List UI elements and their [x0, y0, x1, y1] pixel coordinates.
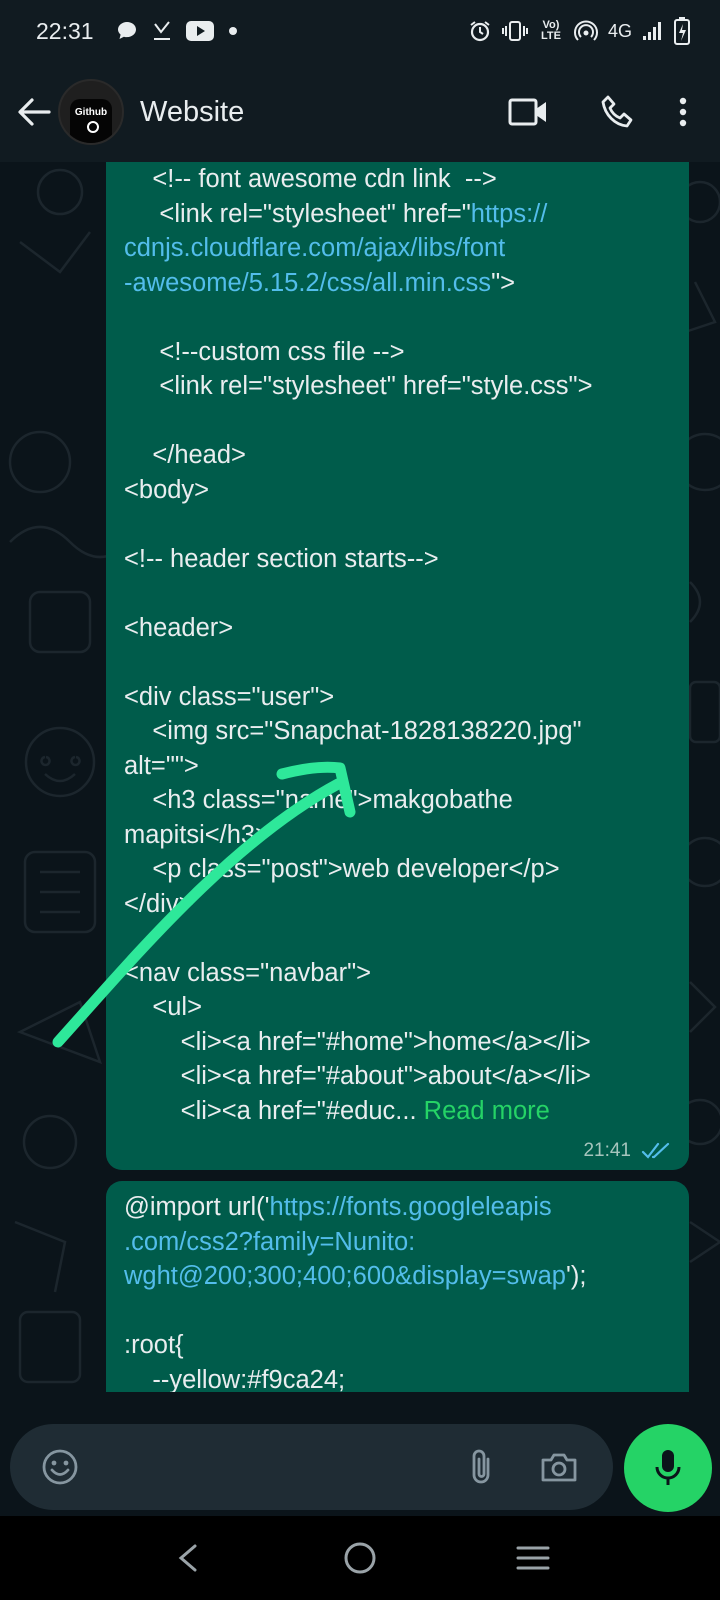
code-line: <img src="Snapchat-1828138220.jpg"	[124, 717, 582, 745]
arrow-left-icon	[18, 98, 51, 126]
message-link[interactable]: wght@200;300;400;600&display=swap	[124, 1262, 566, 1290]
battery-icon	[674, 17, 690, 45]
chat-title[interactable]: Website	[140, 96, 244, 129]
status-right-icons: Vo) LTE 4G	[468, 17, 690, 45]
status-bar: 22:31 Vo) LTE 4G	[0, 0, 720, 62]
code-line: <h3 class="name">makgobathe	[124, 786, 513, 814]
code-line: ">	[491, 268, 516, 297]
system-back-button[interactable]	[157, 1528, 217, 1588]
video-camera-icon	[508, 98, 546, 126]
phone-icon	[601, 95, 633, 128]
code-line: <link rel="stylesheet" href="	[124, 199, 471, 228]
download-icon	[153, 21, 170, 40]
volte-label: Vo) LTE	[541, 19, 561, 42]
system-navigation-bar	[0, 1516, 720, 1600]
voice-call-button[interactable]	[588, 82, 648, 142]
message-link[interactable]: https://	[471, 200, 548, 228]
message-input[interactable]	[90, 1437, 451, 1497]
emoji-button[interactable]	[30, 1437, 90, 1497]
code-line: mapitsi</h3>	[124, 820, 271, 849]
code-line: </div>	[124, 889, 194, 918]
code-line: alt="">	[124, 751, 199, 780]
chevron-left-icon	[178, 1544, 197, 1572]
code-line: <ul>	[124, 993, 202, 1021]
message-composer	[10, 1424, 613, 1510]
youtube-icon	[185, 21, 214, 41]
system-recents-button[interactable]	[503, 1528, 563, 1588]
message-text: @import url('https://fonts.googleleapis …	[124, 1181, 673, 1392]
message-link[interactable]: https://fonts.googleleapis	[270, 1193, 552, 1221]
menu-lines-icon	[516, 1546, 550, 1570]
more-options-button[interactable]	[668, 82, 698, 142]
dot-icon	[228, 27, 237, 35]
code-line: <li><a href="#home">home</a></li>	[124, 1027, 591, 1056]
status-left-icons	[116, 20, 238, 42]
camera-button[interactable]	[529, 1437, 589, 1497]
message-bubble-outgoing[interactable]: @import url('https://fonts.googleleapis …	[106, 1181, 689, 1392]
header-actions	[468, 82, 720, 142]
code-line: <!--custom css file -->	[124, 337, 405, 366]
status-time: 22:31	[36, 17, 94, 44]
read-more-link[interactable]: Read more	[424, 1097, 550, 1125]
camera-icon	[541, 1453, 577, 1482]
message-time: 21:41	[583, 1140, 631, 1161]
code-line: <body>	[124, 475, 210, 504]
code-line: <link rel="stylesheet" href="style.css">	[124, 372, 593, 400]
video-call-button[interactable]	[498, 82, 558, 142]
signal-icon	[643, 22, 661, 40]
message-link[interactable]: cdnjs.cloudflare.com/ajax/libs/font	[124, 234, 505, 262]
alarm-icon	[470, 21, 490, 42]
code-line: --yellow:#f9ca24;	[124, 1365, 346, 1393]
github-logo-icon	[87, 121, 99, 133]
code-line: <header>	[124, 613, 234, 642]
code-line: </head>	[124, 441, 246, 469]
message-bubble-outgoing[interactable]: <!-- font awesome cdn link --> <link rel…	[106, 162, 689, 1170]
message-text: <!-- font awesome cdn link --> <link rel…	[124, 162, 673, 1128]
composer-bar	[0, 1410, 720, 1516]
hotspot-icon	[573, 20, 598, 41]
chat-bubble-icon	[117, 22, 136, 39]
code-line: <p class="post">web developer</p>	[124, 855, 560, 883]
microphone-icon	[655, 1450, 681, 1485]
home-circle-icon	[344, 1542, 376, 1574]
back-button[interactable]	[12, 90, 56, 134]
system-home-button[interactable]	[330, 1528, 390, 1588]
code-line: <li><a href="#educ...	[124, 1096, 424, 1125]
attach-button[interactable]	[451, 1437, 511, 1497]
code-line: ');	[566, 1262, 587, 1290]
code-line: <!-- header section starts-->	[124, 544, 439, 573]
voice-message-button[interactable]	[624, 1424, 712, 1512]
code-line: <li><a href="#about">about</a></li>	[124, 1062, 591, 1090]
avatar-text: Github	[74, 107, 108, 118]
code-line: :root{	[124, 1331, 184, 1359]
code-line: <!-- font awesome cdn link -->	[124, 165, 497, 193]
code-line: <nav class="navbar">	[124, 958, 372, 987]
vibrate-icon	[501, 21, 528, 41]
more-vertical-icon	[679, 97, 687, 127]
double-check-icon	[641, 1142, 670, 1159]
paperclip-icon	[472, 1449, 490, 1484]
message-link[interactable]: .com/css2?family=Nunito:	[124, 1228, 415, 1256]
network-type: 4G	[607, 20, 632, 41]
avatar[interactable]: Github	[58, 79, 124, 145]
chat-header: Github Website	[0, 62, 720, 162]
emoji-icon	[42, 1449, 78, 1485]
chat-area[interactable]: <!-- font awesome cdn link --> <link rel…	[0, 162, 720, 1500]
code-line: <div class="user">	[124, 682, 335, 711]
message-link[interactable]: -awesome/5.15.2/css/all.min.css	[124, 269, 491, 297]
code-line: @import url('	[124, 1193, 270, 1221]
message-meta: 21:41	[583, 1140, 671, 1162]
